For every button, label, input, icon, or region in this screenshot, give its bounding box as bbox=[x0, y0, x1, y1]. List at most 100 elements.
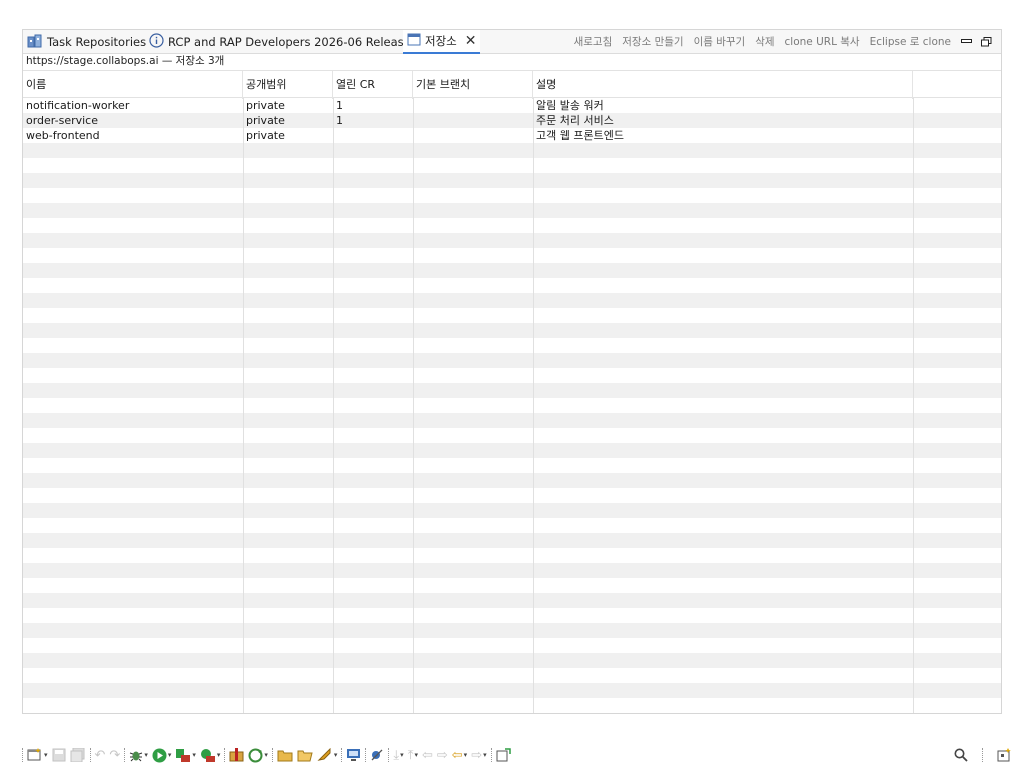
open-perspective-icon[interactable] bbox=[997, 745, 1012, 765]
tab-repositories[interactable]: 저장소 ✕ bbox=[403, 30, 481, 54]
step-into-icon[interactable]: ⤓ ▾ bbox=[393, 745, 403, 765]
empty-row bbox=[23, 683, 1001, 698]
table-header: 이름 공개범위 열린 CR 기본 브랜치 설명 bbox=[23, 70, 1001, 99]
copy-clone-url-button[interactable]: clone URL 복사 bbox=[785, 34, 860, 49]
cell-default-branch bbox=[413, 128, 533, 143]
empty-row bbox=[23, 383, 1001, 398]
repositories-panel: Task Repositories RCP and RAP Developers… bbox=[22, 29, 1002, 714]
delete-button[interactable]: 삭제 bbox=[755, 34, 774, 49]
toolbar-separator bbox=[982, 748, 983, 762]
cell-name: order-service bbox=[26, 114, 98, 127]
empty-row bbox=[23, 143, 1001, 158]
edit-icon[interactable] bbox=[496, 745, 511, 765]
empty-row bbox=[23, 608, 1001, 623]
empty-row bbox=[23, 473, 1001, 488]
empty-row bbox=[23, 578, 1001, 593]
redo-icon[interactable]: ↷ bbox=[109, 745, 120, 765]
empty-row bbox=[23, 533, 1001, 548]
cell-open-cr bbox=[333, 128, 413, 143]
maximize-icon[interactable] bbox=[981, 37, 992, 47]
toolbar-separator bbox=[388, 748, 390, 762]
package-icon[interactable] bbox=[229, 745, 244, 765]
toolbar-right bbox=[954, 745, 1016, 765]
clone-in-eclipse-button[interactable]: Eclipse 로 clone bbox=[870, 34, 951, 49]
column-header-name[interactable]: 이름 bbox=[23, 71, 243, 99]
skip-breakpoints-icon[interactable] bbox=[370, 745, 384, 765]
coverage-icon[interactable]: ▾ bbox=[175, 745, 196, 765]
column-header-open-cr[interactable]: 열린 CR bbox=[333, 71, 413, 99]
refresh-target-icon[interactable]: ▾ bbox=[248, 745, 268, 765]
cell-visibility: private bbox=[246, 129, 285, 142]
table-body: notification-worker private 1 알림 발송 워커 order… bbox=[23, 98, 1001, 713]
cell-open-cr: 1 bbox=[336, 99, 343, 112]
tab-label: 저장소 bbox=[425, 34, 457, 48]
empty-row bbox=[23, 368, 1001, 383]
empty-row bbox=[23, 593, 1001, 608]
empty-row bbox=[23, 323, 1001, 338]
empty-row bbox=[23, 548, 1001, 563]
open-folder-icon[interactable] bbox=[277, 745, 293, 765]
create-repository-button[interactable]: 저장소 만들기 bbox=[622, 34, 683, 49]
tab-task-repositories[interactable]: Task Repositories bbox=[27, 30, 146, 54]
repository-summary: https://stage.collabops.ai — 저장소 3개 bbox=[23, 54, 1001, 69]
column-divider bbox=[533, 98, 534, 713]
save-icon[interactable] bbox=[52, 745, 66, 765]
tab-label: RCP and RAP Developers 2026-06 Release bbox=[168, 35, 411, 49]
column-divider bbox=[413, 98, 414, 713]
cell-description: 고객 웹 프론트엔드 bbox=[536, 129, 624, 142]
refresh-button[interactable]: 새로고침 bbox=[574, 34, 613, 49]
toolbar-separator bbox=[365, 748, 367, 762]
cell-default-branch bbox=[413, 113, 533, 128]
empty-row bbox=[23, 398, 1001, 413]
empty-row bbox=[23, 338, 1001, 353]
forward-history-icon[interactable]: ⇨ bbox=[437, 745, 448, 765]
toolbar-separator bbox=[124, 748, 126, 762]
undo-icon[interactable]: ↶ bbox=[95, 745, 106, 765]
rename-button[interactable]: 이름 바꾸기 bbox=[694, 34, 746, 49]
close-icon[interactable]: ✕ bbox=[465, 34, 477, 48]
empty-row bbox=[23, 293, 1001, 308]
launch-icon[interactable]: ▾ bbox=[317, 745, 337, 765]
console-icon[interactable] bbox=[346, 745, 361, 765]
run-icon[interactable]: ▾ bbox=[152, 745, 171, 765]
empty-row bbox=[23, 188, 1001, 203]
cell-name: web-frontend bbox=[26, 129, 100, 142]
new-icon[interactable]: ▾ bbox=[27, 745, 48, 765]
tab-release-info[interactable]: RCP and RAP Developers 2026-06 Release bbox=[149, 30, 411, 54]
cell-description: 알림 발송 워커 bbox=[536, 99, 604, 112]
column-header-visibility[interactable]: 공개범위 bbox=[243, 71, 333, 99]
empty-row bbox=[23, 668, 1001, 683]
table-row[interactable]: order-service private 1 주문 처리 서비스 bbox=[23, 113, 1001, 128]
view-actions: 새로고침 저장소 만들기 이름 바꾸기 삭제 clone URL 복사 Ecli… bbox=[574, 30, 992, 52]
save-all-icon[interactable] bbox=[70, 745, 86, 765]
column-header-default-branch[interactable]: 기본 브랜치 bbox=[413, 71, 533, 99]
back-arrow-icon[interactable]: ⇦ ▾ bbox=[452, 745, 467, 765]
repositories-table: 이름 공개범위 열린 CR 기본 브랜치 설명 notification-wor… bbox=[23, 70, 1001, 713]
empty-row bbox=[23, 263, 1001, 278]
cell-default-branch bbox=[413, 98, 533, 113]
column-header-description[interactable]: 설명 bbox=[533, 71, 913, 99]
search-icon[interactable] bbox=[954, 745, 968, 765]
back-history-icon[interactable]: ⇦ bbox=[422, 745, 433, 765]
forward-arrow-icon[interactable]: ⇨ ▾ bbox=[471, 745, 486, 765]
table-row[interactable]: notification-worker private 1 알림 발송 워커 bbox=[23, 98, 1001, 113]
debug-icon[interactable]: ▾ bbox=[129, 745, 148, 765]
step-over-icon[interactable]: ⤒ ▾ bbox=[408, 745, 418, 765]
toolbar-separator bbox=[490, 748, 492, 762]
open-project-icon[interactable] bbox=[297, 745, 313, 765]
task-repositories-icon bbox=[27, 34, 43, 51]
empty-row bbox=[23, 653, 1001, 668]
column-divider bbox=[243, 98, 244, 713]
cell-visibility: private bbox=[246, 114, 285, 127]
empty-row bbox=[23, 278, 1001, 293]
empty-row bbox=[23, 458, 1001, 473]
toolbar-separator bbox=[341, 748, 343, 762]
minimize-icon[interactable] bbox=[961, 37, 972, 45]
empty-row bbox=[23, 308, 1001, 323]
empty-row bbox=[23, 203, 1001, 218]
empty-row bbox=[23, 443, 1001, 458]
external-tools-icon[interactable]: ▾ bbox=[200, 745, 220, 765]
cell-name: notification-worker bbox=[26, 99, 130, 112]
table-row[interactable]: web-frontend private 고객 웹 프론트엔드 bbox=[23, 128, 1001, 143]
toolbar-separator bbox=[224, 748, 226, 762]
